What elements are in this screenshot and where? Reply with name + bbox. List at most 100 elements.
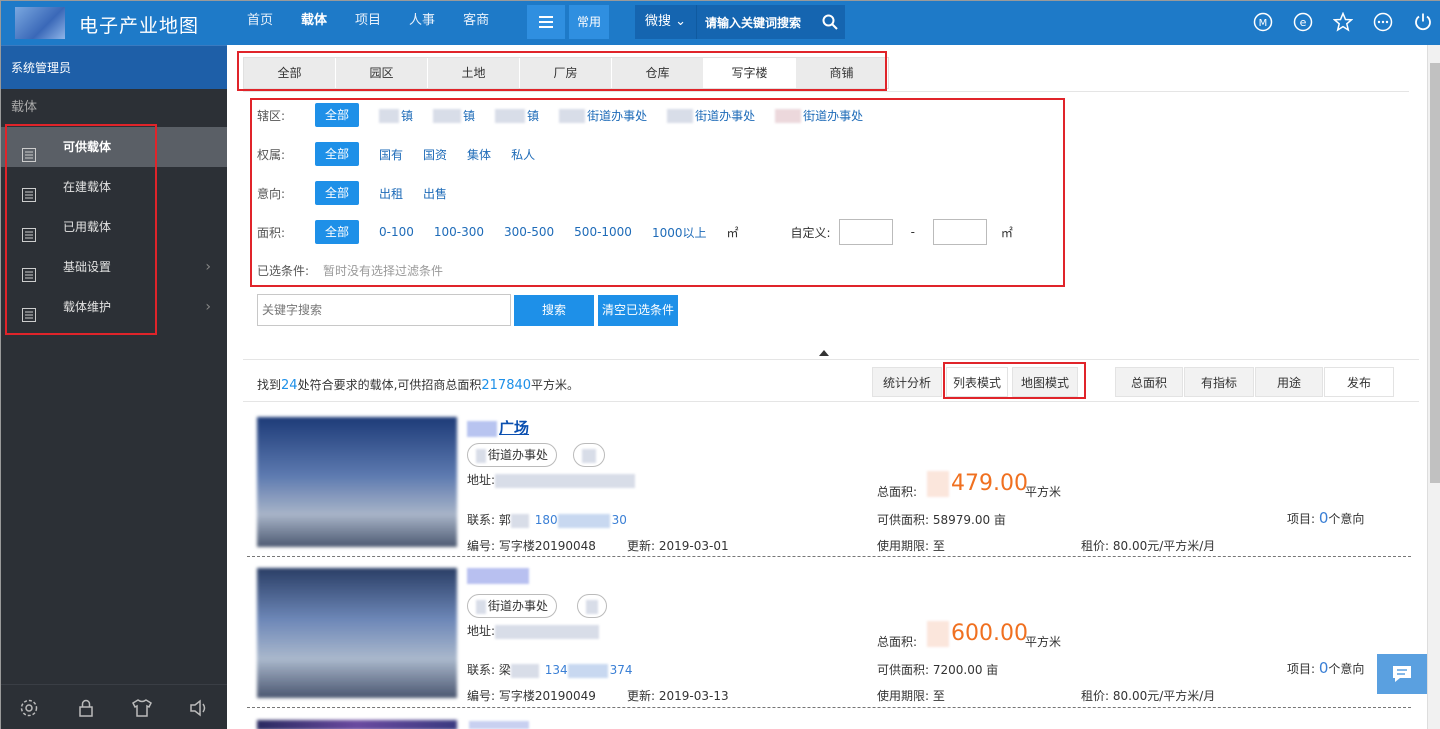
filter-option[interactable]: 100-300 [434,225,484,239]
filter-option[interactable]: 集体 [467,146,491,163]
filter-option-label: 街道办事处 [587,108,648,123]
tab-all[interactable]: 全部 [244,58,336,88]
nav-home[interactable]: 首页 [233,1,287,45]
collapse-triangle-icon[interactable] [819,350,829,356]
tab-warehouse[interactable]: 仓库 [612,58,704,88]
filter-option[interactable]: 500-1000 [574,225,632,239]
tab-factory[interactable]: 厂房 [520,58,612,88]
document-icon [21,299,37,322]
total-area-label: 总面积: [877,485,918,499]
listing-card[interactable]: 广场 街道办事处 地址: 联系: 郭 180 30 编号: 写字楼20190048… [247,407,1411,557]
total-area: 217840 [481,378,532,393]
nav-project[interactable]: 项目 [341,1,395,45]
search-button[interactable] [815,5,845,39]
sort-publish[interactable]: 发布 [1324,367,1394,397]
sort-total-area[interactable]: 总面积 [1115,367,1183,397]
nav-carrier[interactable]: 载体 [287,1,341,45]
area-max-input[interactable] [932,219,987,245]
filter-option[interactable]: 全部 [315,142,360,166]
more-icon[interactable] [1373,12,1393,32]
search-button[interactable]: 搜索 [514,295,594,326]
contact-phone-prefix[interactable]: 180 [535,513,558,527]
area-min-input[interactable] [838,219,893,245]
filter-option[interactable]: 全部 [315,220,360,244]
common-button[interactable]: 常用 [569,5,609,39]
contact-phone-suffix[interactable]: 374 [610,663,633,677]
scrollbar[interactable] [1427,45,1440,729]
sidebar-item-available[interactable]: 可供载体 [1,127,227,167]
chat-icon [1393,666,1411,682]
search-input[interactable]: 请输入关键词搜索 [697,14,815,31]
filter-option[interactable]: 国资 [423,146,447,163]
filter-option-label: 街道办事处 [695,108,756,123]
filter-option[interactable]: 镇 [433,107,475,124]
document-icon [21,179,37,202]
contact-name: 梁 [498,663,511,677]
star-icon[interactable] [1333,12,1353,32]
contact-phone-suffix[interactable]: 30 [612,513,627,527]
listing-updated: 更新: 2019-03-13 [627,689,729,703]
filter-option[interactable]: 出租 [379,185,403,202]
list-mode-button[interactable]: 列表模式 [946,367,1008,397]
filter-option[interactable]: 街道办事处 [775,107,863,124]
sidebar: 系统管理员 载体 可供载体 在建载体 已用载体 基础设置 › 载体维护 › [1,45,227,729]
micro-search-dropdown[interactable]: 微搜 ⌄ [635,5,697,39]
listing-title[interactable] [467,566,531,584]
contact-phone-prefix[interactable]: 134 [545,663,568,677]
speaker-icon[interactable] [188,697,210,719]
tab-park[interactable]: 园区 [336,58,428,88]
listing-title[interactable]: 广场 [467,417,529,438]
clear-conditions-button[interactable]: 清空已选条件 [598,295,678,326]
shirt-icon[interactable] [131,697,153,719]
sort-has-quota[interactable]: 有指标 [1184,367,1254,397]
sidebar-item-label: 已用载体 [63,220,112,234]
project-count[interactable]: 0 [1319,509,1329,527]
scrollbar-thumb[interactable] [1430,63,1440,483]
type-tabs: 全部 园区 土地 厂房 仓库 写字楼 商铺 [243,57,889,89]
sidebar-item-basic-settings[interactable]: 基础设置 › [1,247,227,287]
stats-analysis-button[interactable]: 统计分析 [872,367,942,397]
listing-rent: 租价: 80.00元/平方米/月 [1081,539,1216,553]
listing-available-area: 可供面积: 7200.00 亩 [877,663,999,677]
filter-option[interactable]: 全部 [315,103,360,127]
filter-option[interactable]: 国有 [379,146,403,163]
gear-icon[interactable] [18,697,40,719]
listing-term: 使用期限: 至 [877,539,945,553]
filter-option[interactable]: 0-100 [379,225,414,239]
top-bar: 电子产业地图 首页 载体 项目 人事 客商 常用 微搜 ⌄ 请输入关键词搜索 M… [1,1,1440,45]
tab-shop[interactable]: 商铺 [796,58,888,88]
sidebar-item-maintenance[interactable]: 载体维护 › [1,287,227,327]
top-search: 微搜 ⌄ 请输入关键词搜索 [635,5,845,39]
filter-label: 面积: [257,225,286,240]
filter-panel: 辖区: 全部 镇 镇 镇 街道办事处 街道办事处 街道办事处 权属: 全部 国有… [243,91,1409,321]
filter-option[interactable]: 街道办事处 [559,107,647,124]
power-icon[interactable] [1413,12,1433,32]
m-circle-icon[interactable]: M [1253,12,1273,32]
chevron-down-icon: ⌄ [675,14,687,29]
total-area-number: 600.00 [951,621,1028,646]
chat-button[interactable] [1377,654,1427,694]
project-count[interactable]: 0 [1319,659,1329,677]
nav-personnel[interactable]: 人事 [395,1,449,45]
filter-option[interactable]: 300-500 [504,225,554,239]
e-circle-icon[interactable]: e [1293,12,1313,32]
listing-code: 编号: 写字楼20190048 [467,539,596,553]
tab-land[interactable]: 土地 [428,58,520,88]
filter-option[interactable]: 街道办事处 [667,107,755,124]
filter-option[interactable]: 全部 [315,181,360,205]
map-mode-button[interactable]: 地图模式 [1012,367,1078,397]
lock-icon[interactable] [75,697,97,719]
sidebar-item-building[interactable]: 在建载体 [1,167,227,207]
filter-option[interactable]: 出售 [423,185,447,202]
keyword-search-input[interactable] [257,294,511,326]
listing-card[interactable]: 街道办事处 地址: 联系: 梁 134 374 编号: 写字楼20190049 更… [247,558,1411,708]
sort-usage[interactable]: 用途 [1255,367,1323,397]
filter-option[interactable]: 镇 [495,107,539,124]
tab-office[interactable]: 写字楼 [704,58,796,88]
sidebar-item-used[interactable]: 已用载体 [1,207,227,247]
filter-option[interactable]: 镇 [379,107,413,124]
filter-option[interactable]: 私人 [511,146,535,163]
filter-option[interactable]: 1000以上 [652,224,707,241]
menu-button[interactable] [527,5,565,39]
nav-merchant[interactable]: 客商 [449,1,503,45]
